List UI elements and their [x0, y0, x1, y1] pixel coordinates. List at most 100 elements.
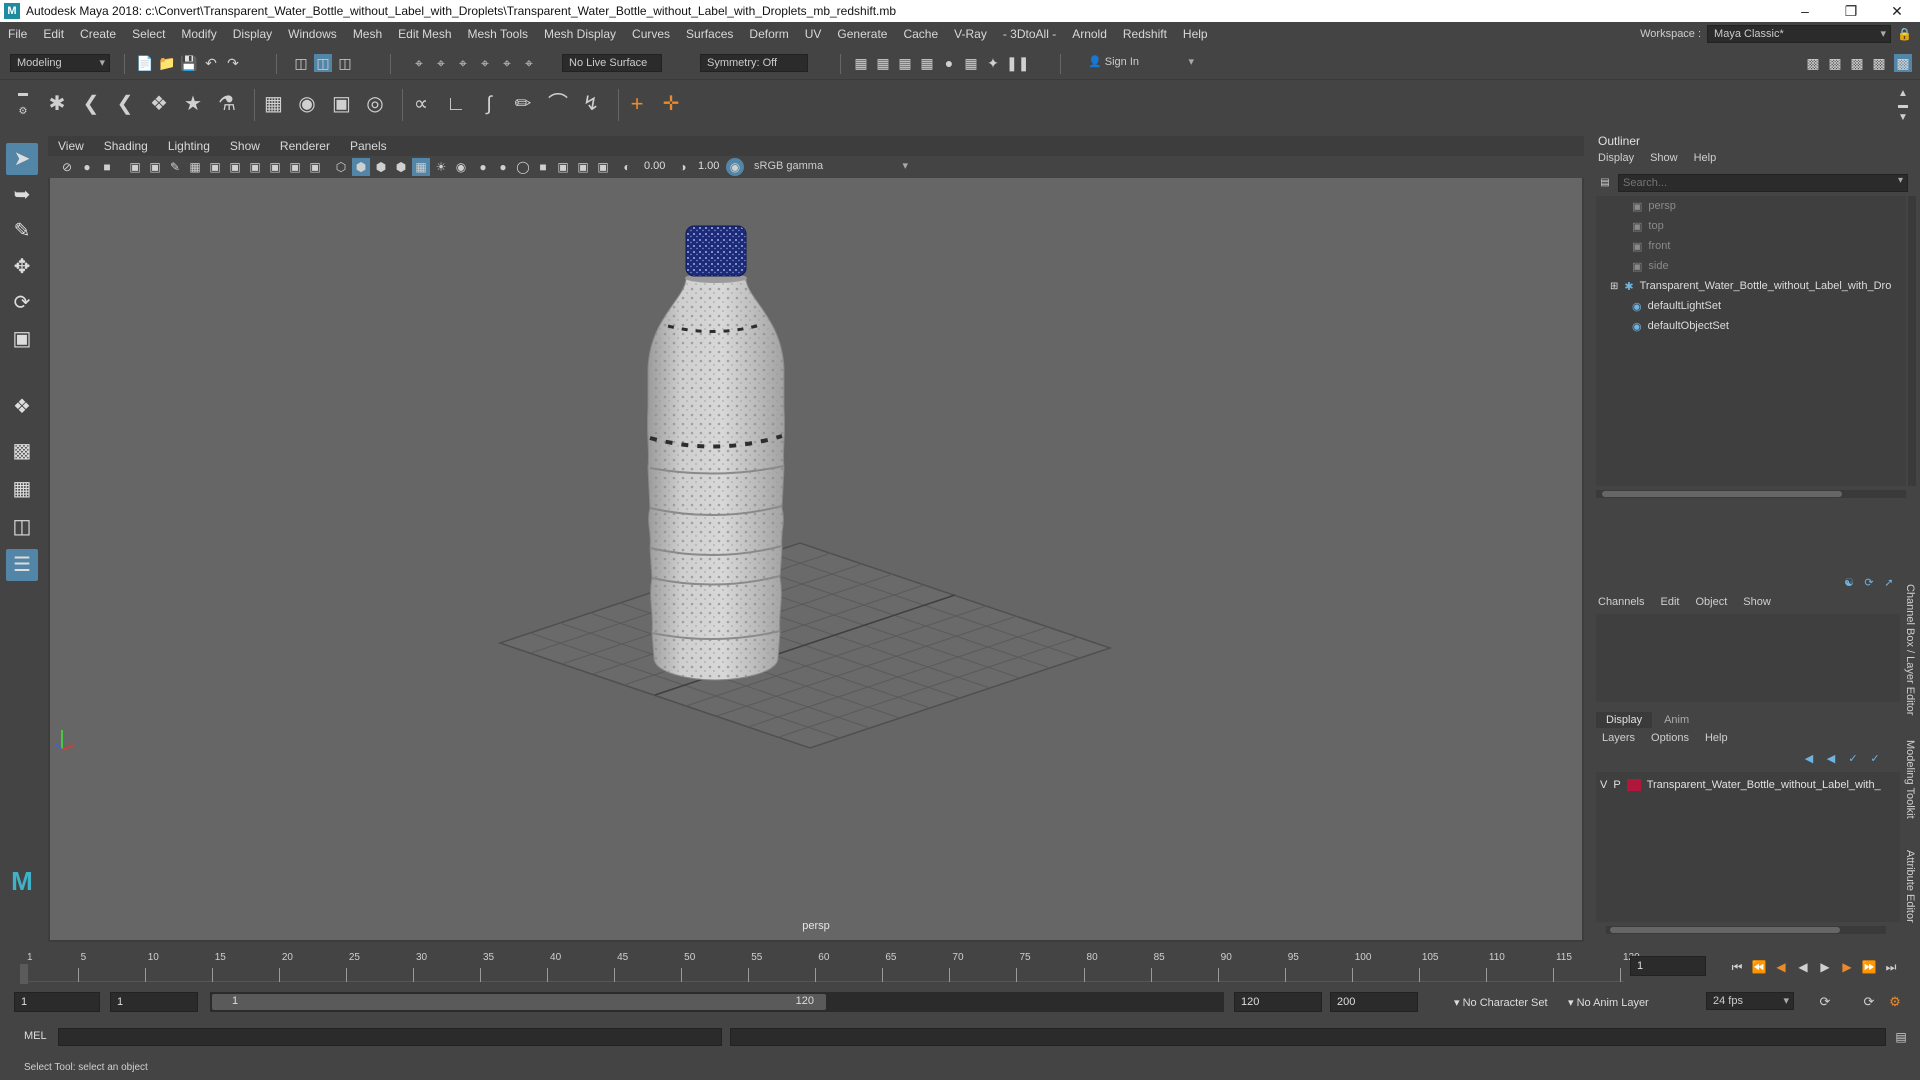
play-backwards-icon[interactable]: ◀ [1794, 958, 1812, 976]
anti-aliasing-icon[interactable]: ● [494, 158, 512, 176]
menu-windows[interactable]: Windows [280, 27, 345, 41]
play-forwards-icon[interactable]: ▶ [1816, 958, 1834, 976]
skeleton-icon[interactable]: ⚗ [218, 94, 236, 114]
viewport-menu-renderer[interactable]: Renderer [270, 139, 340, 153]
xray-icon[interactable]: ▣ [554, 158, 572, 176]
xray-components-icon[interactable]: ▣ [594, 158, 612, 176]
cv-curve-icon[interactable]: ∝ [412, 94, 430, 114]
viewport-menu-lighting[interactable]: Lighting [158, 139, 220, 153]
human-ik-icon[interactable]: ★ [184, 94, 202, 114]
expand-icon[interactable]: ⊞ [1610, 281, 1618, 292]
joint-tool-icon[interactable]: ✱ [48, 94, 66, 114]
outliner-vertical-scrollbar[interactable] [1908, 196, 1916, 486]
channel-menu-show[interactable]: Show [1743, 596, 1771, 608]
light-editor-icon[interactable]: ✦ [984, 54, 1002, 72]
image-plane-icon[interactable]: ▣ [126, 158, 144, 176]
layer-menu-layers[interactable]: Layers [1602, 732, 1635, 744]
snap-view-icon[interactable]: ⌖ [476, 54, 494, 72]
cluster-handle-icon[interactable]: ✛ [662, 94, 680, 114]
undo-icon[interactable]: ↶ [202, 54, 220, 72]
menu-help[interactable]: Help [1175, 27, 1216, 41]
outliner-item-bottle-group[interactable]: ⊞ ✱ Transparent_Water_Bottle_without_Labe… [1610, 276, 1891, 296]
ik-spline-icon[interactable]: ❮ [116, 94, 134, 114]
playback-end-field[interactable]: 120 [1234, 992, 1322, 1012]
pencil-curve-icon[interactable]: ✏ [514, 94, 532, 114]
character-set-dropdown[interactable]: ▾ No Character Set [1454, 996, 1548, 1009]
menu-edit-mesh[interactable]: Edit Mesh [390, 27, 459, 41]
layer-name[interactable]: Transparent_Water_Bottle_without_Label_w… [1647, 779, 1881, 791]
shelf-settings-icon[interactable]: ⚙ [14, 103, 32, 121]
scrollbar-thumb[interactable] [1610, 927, 1840, 933]
minimize-button[interactable]: – [1782, 3, 1828, 19]
move-layer-down-icon[interactable]: ◀ [1822, 750, 1840, 768]
bezier-icon[interactable]: ∫ [480, 94, 498, 114]
shelf-scroll-down-icon[interactable]: ▼ [1894, 109, 1912, 127]
exposure-value[interactable]: 0.00 [644, 160, 665, 172]
layer-menu-help[interactable]: Help [1705, 732, 1728, 744]
viewport-menu-view[interactable]: View [48, 139, 94, 153]
color-management-icon[interactable]: ◉ [726, 158, 744, 176]
channel-menu-edit[interactable]: Edit [1660, 596, 1679, 608]
outliner-horizontal-scrollbar[interactable] [1596, 490, 1906, 498]
scale-tool-icon[interactable]: ▣ [6, 323, 38, 355]
select-component-icon[interactable]: ◫ [336, 54, 354, 72]
playback-start-field[interactable]: 1 [110, 992, 198, 1012]
menu-redshift[interactable]: Redshift [1115, 27, 1175, 41]
ambient-occlusion-icon[interactable]: ◉ [452, 158, 470, 176]
layer-visibility-toggle[interactable]: V [1596, 779, 1607, 791]
playhead[interactable] [20, 964, 28, 984]
outliner-layout-icon[interactable]: ☰ [6, 549, 38, 581]
render-setup-icon[interactable]: ▦ [962, 54, 980, 72]
gate-mask-icon[interactable]: ▣ [246, 158, 264, 176]
ik-handle-icon[interactable]: ❮ [82, 94, 100, 114]
close-button[interactable]: ✕ [1874, 3, 1920, 20]
channel-box-icon[interactable]: ▩ [1870, 54, 1888, 72]
step-back-frame-icon[interactable]: ◀ [1772, 958, 1790, 976]
loop-icon[interactable]: ⟳ [1816, 993, 1834, 1011]
isolate-select-icon[interactable]: ■ [534, 158, 552, 176]
ipr-render-icon[interactable]: ▦ [896, 54, 914, 72]
side-tab-channel-box[interactable]: Channel Box / Layer Editor [1904, 584, 1916, 715]
command-input[interactable] [58, 1028, 722, 1046]
lasso-tool-icon[interactable]: ➥ [6, 179, 38, 211]
menu-display[interactable]: Display [225, 27, 280, 41]
new-scene-icon[interactable]: 📄 [136, 54, 154, 72]
outliner-item-front[interactable]: ▣ front [1632, 236, 1670, 256]
snap-grid-icon[interactable]: ⌖ [410, 54, 428, 72]
curve-edit-icon[interactable]: ↯ [582, 94, 600, 114]
menu-mesh-tools[interactable]: Mesh Tools [460, 27, 536, 41]
viewport-menu-shading[interactable]: Shading [94, 139, 158, 153]
symmetry-dropdown[interactable]: Symmetry: Off [700, 54, 808, 72]
script-editor-icon[interactable]: ▤ [1892, 1028, 1910, 1046]
use-all-lights-icon[interactable]: ▦ [412, 158, 430, 176]
field-chart-icon[interactable]: ▣ [266, 158, 284, 176]
new-layer-selected-icon[interactable]: ✓ [1866, 750, 1884, 768]
viewport-menu-panels[interactable]: Panels [340, 139, 397, 153]
menu-edit[interactable]: Edit [35, 27, 72, 41]
live-surface-field[interactable]: No Live Surface [562, 54, 662, 72]
channel-menu-channels[interactable]: Channels [1598, 596, 1644, 608]
shelf-menu-icon[interactable]: ▬ [14, 85, 32, 103]
select-object-icon[interactable]: ◫ [314, 54, 332, 72]
maximize-button[interactable]: ❐ [1828, 3, 1874, 20]
outliner-item-default-light-set[interactable]: ◉ defaultLightSet [1632, 296, 1721, 316]
layer-tab-anim[interactable]: Anim [1654, 712, 1699, 728]
channel-box-icon[interactable]: ☯ [1840, 574, 1858, 592]
step-forward-key-icon[interactable]: ⏩ [1860, 958, 1878, 976]
safe-action-icon[interactable]: ▣ [286, 158, 304, 176]
channel-menu-object[interactable]: Object [1695, 596, 1727, 608]
camera-select-icon[interactable]: ⊘ [58, 158, 76, 176]
snap-vertex-icon[interactable]: ⌖ [520, 54, 538, 72]
menu-generate[interactable]: Generate [829, 27, 895, 41]
fps-dropdown[interactable]: 24 fps ▾ [1706, 992, 1794, 1010]
animation-end-field[interactable]: 200 [1330, 992, 1418, 1012]
shadows-icon[interactable]: ☀ [432, 158, 450, 176]
grease-pencil-icon[interactable]: ✎ [166, 158, 184, 176]
soft-modification-icon[interactable]: ❖ [6, 391, 38, 423]
motion-blur-icon[interactable]: ● [474, 158, 492, 176]
two-view-layout-icon[interactable]: ◫ [6, 511, 38, 543]
range-slider[interactable]: 1 120 [210, 992, 1224, 1012]
bind-skin-icon[interactable]: ❖ [150, 94, 168, 114]
anim-layer-dropdown[interactable]: ▾ No Anim Layer [1568, 996, 1649, 1009]
outliner-menu-display[interactable]: Display [1598, 152, 1634, 164]
